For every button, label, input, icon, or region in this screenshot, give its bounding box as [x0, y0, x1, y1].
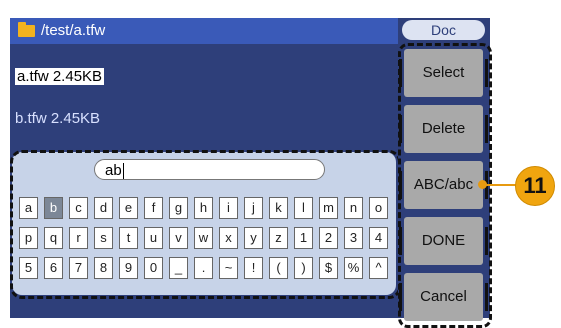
current-path: /test/a.tfw [41, 22, 106, 39]
delete-button[interactable]: Delete [399, 105, 488, 153]
callout-leader-line [483, 184, 517, 186]
cancel-button[interactable]: Cancel [399, 273, 488, 321]
select-button[interactable]: Select [399, 49, 488, 97]
file-item-a[interactable]: a.tfw 2.45KB [15, 68, 105, 85]
title-bar: /test/a.tfw [10, 18, 400, 44]
callout-number-badge: 11 [515, 166, 555, 206]
keyboard-highlight-outline [10, 150, 401, 299]
folder-icon [18, 22, 35, 37]
done-button[interactable]: DONE [399, 217, 488, 265]
doc-tab[interactable]: Doc [402, 20, 485, 40]
case-toggle-button[interactable]: ABC/abc [399, 161, 488, 209]
file-item-b[interactable]: b.tfw 2.45KB [15, 110, 100, 127]
file-browser-screen: /test/a.tfw a.tfw 2.45KB b.tfw 2.45KB ab… [10, 18, 401, 318]
